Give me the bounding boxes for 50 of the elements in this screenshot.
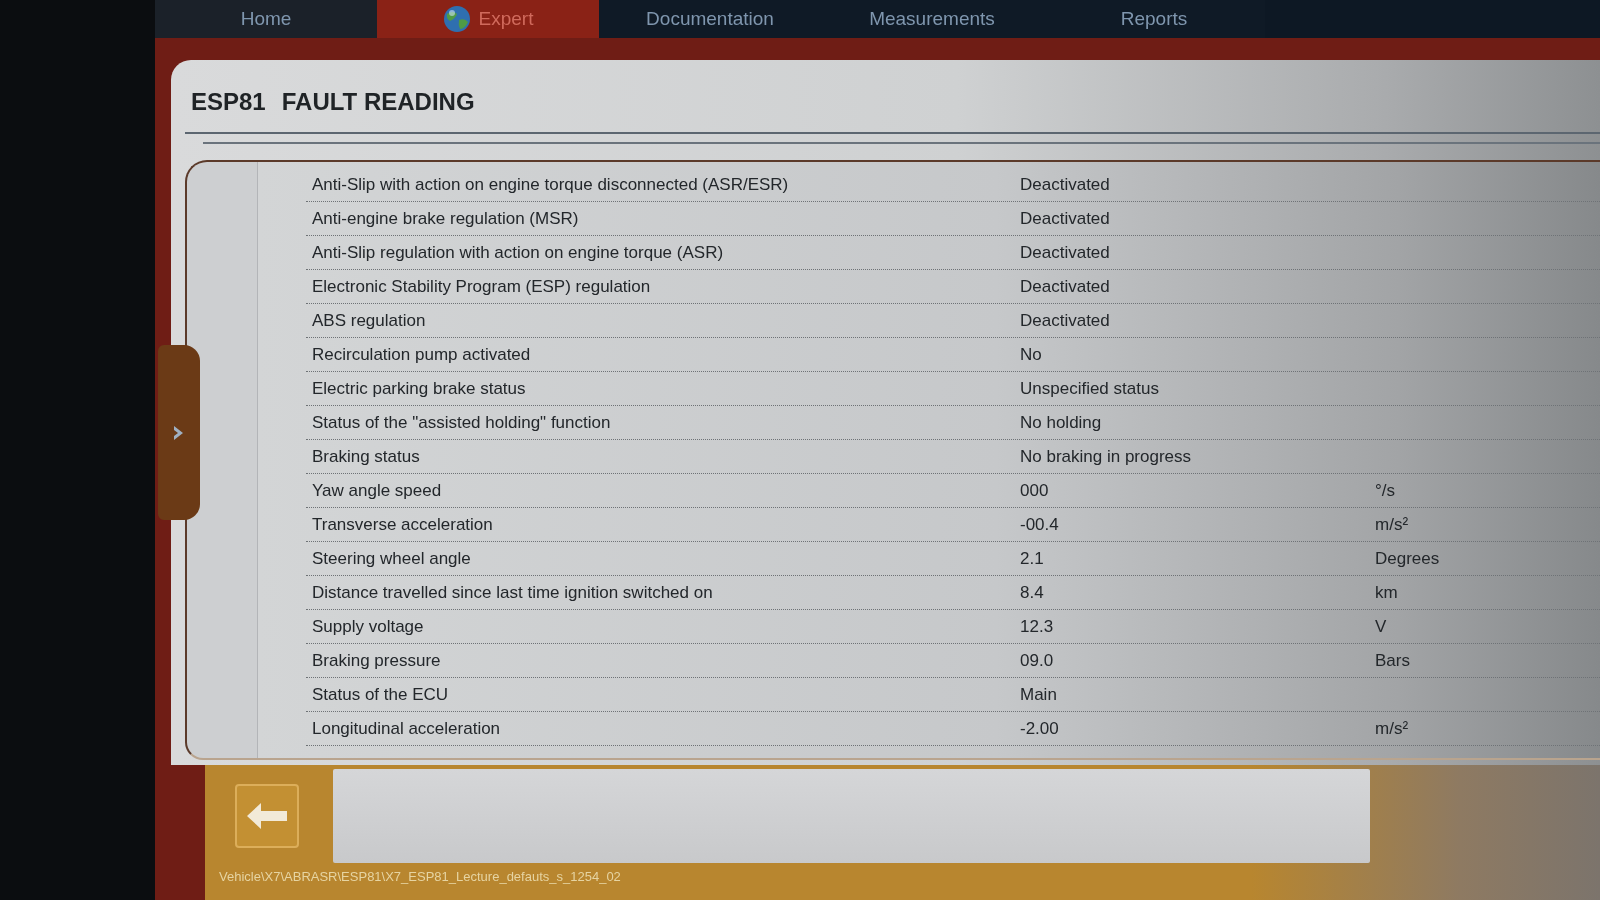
parameter-value: -2.00: [1019, 717, 1060, 740]
parameter-value: Deactivated: [1019, 241, 1111, 264]
parameter-value: 09.0: [1019, 649, 1055, 672]
parameter-name: Braking status: [311, 445, 421, 468]
page-title: FAULT READING: [281, 87, 475, 117]
nav-tab[interactable]: Home: [155, 0, 377, 38]
back-button[interactable]: [235, 784, 299, 848]
parameter-unit: °/s: [1374, 479, 1396, 502]
side-panel-handle[interactable]: [158, 345, 200, 520]
parameter-name: Recirculation pump activated: [311, 343, 532, 366]
parameter-unit: V: [1374, 615, 1387, 638]
parameter-unit: m/s²: [1374, 717, 1409, 740]
parameter-name: ABS regulation: [311, 309, 427, 332]
status-path-text: Vehicle\X7\ABRASR\ESP81\X7_ESP81_Lecture_defauts_s_1254_02: [219, 868, 622, 886]
parameter-unit: Bars: [1374, 649, 1410, 672]
parameter-value: Deactivated: [1019, 173, 1111, 196]
chevron-right-icon: [173, 424, 185, 441]
parameter-name: Longitudinal acceleration: [311, 717, 502, 740]
parameter-value: Deactivated: [1019, 207, 1111, 230]
parameter-value: 2.1: [1019, 547, 1045, 570]
parameter-name: Braking pressure: [311, 649, 442, 672]
parameter-unit: m/s²: [1374, 513, 1409, 536]
parameter-name: Anti-Slip regulation with action on engine torque (ASR): [311, 241, 725, 264]
parameter-value: No: [1019, 343, 1043, 366]
parameter-name: Electronic Stability Program (ESP) regulation: [311, 275, 652, 298]
ecu-code: ESP81: [191, 87, 266, 117]
parameter-value: Deactivated: [1019, 275, 1111, 298]
parameter-name: Supply voltage: [311, 615, 425, 638]
globe-icon: [442, 5, 471, 33]
parameter-value: Main: [1019, 683, 1058, 706]
parameter-value: Unspecified status: [1019, 377, 1160, 400]
parameter-value: -00.4: [1019, 513, 1060, 536]
parameter-name: Status of the ECU: [311, 683, 450, 706]
parameter-value: Deactivated: [1019, 309, 1111, 332]
parameter-name: Transverse acceleration: [311, 513, 494, 536]
parameter-name: Status of the "assisted holding" function: [311, 411, 612, 434]
parameter-value: No braking in progress: [1019, 445, 1193, 468]
parameter-value: 8.4: [1019, 581, 1045, 604]
parameter-name: Steering wheel angle: [311, 547, 472, 570]
parameter-value: 000: [1019, 479, 1050, 502]
parameter-name: Distance travelled since last time ignition switched on: [311, 581, 714, 604]
parameter-unit: km: [1374, 581, 1398, 604]
parameter-name: Electric parking brake status: [311, 377, 527, 400]
parameter-name: Anti-engine brake regulation (MSR): [311, 207, 580, 230]
parameter-unit: Degrees: [1374, 547, 1440, 570]
arrow-left-icon: [247, 803, 287, 829]
parameter-value: 12.3: [1019, 615, 1055, 638]
parameter-name: Yaw angle speed: [311, 479, 443, 502]
parameter-name: Anti-Slip with action on engine torque disconnected (ASR/ESR): [311, 173, 790, 196]
parameter-value: No holding: [1019, 411, 1103, 434]
